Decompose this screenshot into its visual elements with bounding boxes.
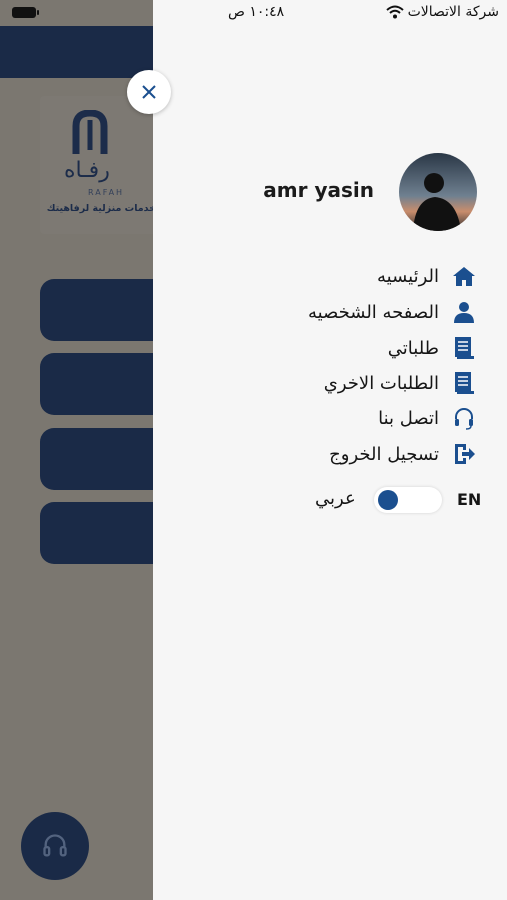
- toggle-knob: [378, 490, 398, 510]
- language-switch-row: عربي EN: [300, 486, 490, 514]
- battery-icon: [12, 7, 39, 18]
- menu-item-contact[interactable]: اتصل بنا: [378, 403, 477, 433]
- home-icon: [451, 263, 477, 289]
- person-icon: [451, 299, 477, 325]
- list-icon: [451, 370, 477, 396]
- profile-photo: [399, 153, 477, 231]
- headset-icon: [451, 405, 477, 431]
- menu-item-logout[interactable]: تسجيل الخروج: [329, 439, 477, 469]
- menu-item-label: اتصل بنا: [378, 407, 439, 429]
- logo-name: رفـاه: [64, 158, 110, 183]
- menu-item-other-orders[interactable]: الطلبات الاخري: [324, 368, 477, 398]
- headset-icon: [43, 834, 67, 857]
- menu-item-label: تسجيل الخروج: [329, 443, 439, 465]
- close-drawer-button[interactable]: [127, 70, 171, 114]
- logout-icon: [451, 441, 477, 467]
- language-arabic-label: عربي: [315, 488, 356, 509]
- status-time: ١٠:٤٨ ص: [228, 4, 285, 20]
- language-toggle[interactable]: [374, 487, 442, 513]
- logo-latin: RAFAH: [88, 188, 125, 197]
- menu-item-my-orders[interactable]: طلباتي: [388, 333, 477, 363]
- close-icon: [142, 85, 156, 99]
- menu-item-home[interactable]: الرئيسيه: [377, 261, 477, 291]
- carrier-name: شركة الاتصالات: [407, 4, 499, 20]
- list-icon: [451, 335, 477, 361]
- menu-item-label: طلباتي: [387, 337, 439, 359]
- menu-item-label: الطلبات الاخري: [323, 372, 439, 394]
- rafah-logo-icon: [72, 110, 108, 154]
- language-english-label: EN: [457, 490, 482, 509]
- support-fab[interactable]: [21, 812, 89, 880]
- wifi-icon: [386, 5, 404, 19]
- status-bar: ١٠:٤٨ ص شركة الاتصالات: [0, 0, 507, 26]
- avatar[interactable]: [399, 153, 477, 231]
- menu-item-label: الصفحه الشخصيه: [307, 301, 439, 323]
- menu-item-label: الرئيسيه: [377, 265, 439, 287]
- menu-item-profile[interactable]: الصفحه الشخصيه: [308, 297, 477, 327]
- app-header-bar: [0, 26, 160, 78]
- user-name: amr yasin: [263, 178, 374, 202]
- logo-tagline: خدمات منزلية لرفاهيتك: [46, 203, 156, 214]
